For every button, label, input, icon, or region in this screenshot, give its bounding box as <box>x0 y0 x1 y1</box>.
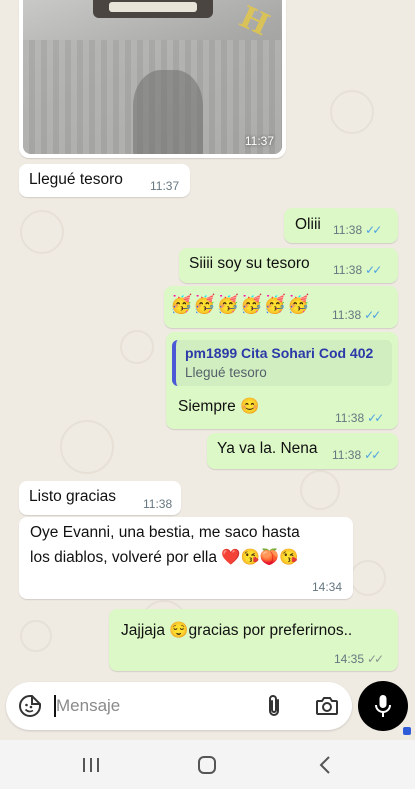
message-composer[interactable]: Mensaje <box>6 682 352 730</box>
message-time: 11:38 <box>143 497 173 511</box>
paperclip-icon[interactable] <box>262 694 286 718</box>
message-time: 11:37 <box>244 134 274 148</box>
message-status: 11:38 ✓✓ <box>332 308 381 322</box>
message-text-line: los diablos, volveré por ella ❤️😘🍑😘 <box>30 549 299 566</box>
message-time: 14:34 <box>312 580 343 594</box>
back-icon[interactable] <box>312 752 338 778</box>
message-status: 11:38 ✓✓ <box>333 263 382 277</box>
read-ticks-icon: ✓✓ <box>367 411 384 425</box>
read-ticks-icon: ✓✓ <box>364 448 381 462</box>
message-status: 11:38 ✓✓ <box>333 223 382 237</box>
image-message[interactable]: H 11:37 <box>19 0 286 158</box>
message-text: Oliii <box>295 216 321 233</box>
message-status: 11:38 ✓✓ <box>332 448 381 462</box>
photo[interactable]: H 11:37 <box>23 0 282 154</box>
message-text-line: Oye Evanni, una bestia, me saco hasta <box>30 524 300 541</box>
home-icon[interactable] <box>194 752 220 778</box>
delivered-ticks-icon: ✓✓ <box>367 652 384 666</box>
message-text: Jajjaja 😌gracias por preferirnos.. <box>121 622 353 639</box>
message-time: 11:37 <box>150 179 180 193</box>
chat-messages: H 11:37 Llegué tesoro 11:37 Oliii 11:38 ✓… <box>0 0 415 680</box>
message-status: 11:38 ✓✓ <box>335 411 384 425</box>
message-text: Llegué tesoro <box>29 171 123 188</box>
system-nav-bar <box>0 740 415 789</box>
microphone-icon <box>375 695 391 717</box>
message-status: 14:35 ✓✓ <box>334 652 384 666</box>
message-text: Siempre 😊 <box>178 398 260 415</box>
outgoing-message[interactable]: Siiii soy su tesoro 11:38 ✓✓ <box>179 248 398 283</box>
outgoing-reply-message[interactable]: pm1899 Cita Sohari Cod 402 Llegué tesoro… <box>166 332 398 429</box>
outgoing-message[interactable]: Jajjaja 😌gracias por preferirnos.. 14:35… <box>109 609 398 671</box>
outgoing-message[interactable]: Ya va la. Nena 11:38 ✓✓ <box>207 433 398 469</box>
recent-apps-icon[interactable] <box>78 754 104 776</box>
message-text: Siiii soy su tesoro <box>189 255 310 272</box>
message-input[interactable]: Mensaje <box>56 696 120 716</box>
incoming-message[interactable]: Llegué tesoro 11:37 <box>19 164 190 197</box>
quoted-message[interactable]: pm1899 Cita Sohari Cod 402 Llegué tesoro <box>172 340 392 386</box>
incoming-message[interactable]: Listo gracias 11:38 <box>19 481 181 515</box>
read-ticks-icon: ✓✓ <box>365 223 382 237</box>
outgoing-message[interactable]: 🥳🥳🥳🥳🥳🥳 11:38 ✓✓ <box>164 286 398 328</box>
incoming-message[interactable]: Oye Evanni, una bestia, me saco hasta lo… <box>19 517 353 599</box>
message-text: 🥳🥳🥳🥳🥳🥳 <box>170 294 311 314</box>
notification-dot <box>403 727 411 735</box>
quoted-text: Llegué tesoro <box>185 365 267 380</box>
read-ticks-icon: ✓✓ <box>365 263 382 277</box>
quoted-sender: pm1899 Cita Sohari Cod 402 <box>185 345 374 361</box>
microphone-button[interactable] <box>358 681 408 731</box>
outgoing-message[interactable]: Oliii 11:38 ✓✓ <box>284 208 398 243</box>
message-text: Ya va la. Nena <box>217 440 318 457</box>
message-text: Listo gracias <box>29 488 117 505</box>
sticker-icon[interactable] <box>18 694 42 718</box>
read-ticks-icon: ✓✓ <box>364 308 381 322</box>
camera-icon[interactable] <box>314 694 340 718</box>
